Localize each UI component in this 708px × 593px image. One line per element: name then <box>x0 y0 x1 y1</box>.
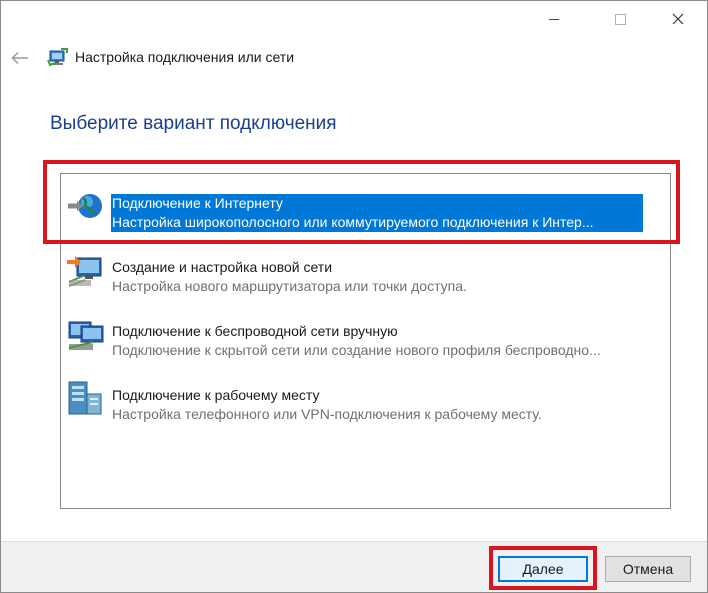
new-network-icon <box>67 256 102 287</box>
option-new-network[interactable]: Создание и настройка новой сети Настройк… <box>61 244 670 294</box>
option-workplace-label[interactable]: Подключение к рабочему месту Настройка т… <box>111 386 643 424</box>
maximize-icon <box>614 13 626 25</box>
highlight-box-option <box>43 160 680 244</box>
option-title: Создание и настройка новой сети <box>112 259 333 275</box>
option-wireless-manual[interactable]: Подключение к беспроводной сети вручную … <box>61 308 670 358</box>
back-button[interactable] <box>9 47 31 69</box>
dialog-footer: Далее Отмена <box>1 541 707 592</box>
maximize-button[interactable] <box>597 5 643 33</box>
minimize-button[interactable] <box>531 5 577 33</box>
option-description: Подключение к скрытой сети или создание … <box>112 342 601 358</box>
option-wireless-manual-label[interactable]: Подключение к беспроводной сети вручную … <box>111 322 643 360</box>
option-title: Подключение к рабочему месту <box>112 387 320 403</box>
option-new-network-label[interactable]: Создание и настройка новой сети Настройк… <box>111 258 643 296</box>
network-setup-icon <box>47 48 68 67</box>
back-arrow-icon <box>11 51 28 65</box>
page-heading: Выберите вариант подключения <box>50 113 337 134</box>
close-icon <box>672 13 684 25</box>
wireless-network-icon <box>68 321 104 350</box>
option-title: Подключение к беспроводной сети вручную <box>112 323 398 339</box>
workplace-vpn-icon <box>68 381 102 415</box>
cancel-button[interactable]: Отмена <box>605 556 691 582</box>
option-description: Настройка нового маршрутизатора или точк… <box>112 278 467 294</box>
highlight-box-next <box>489 546 597 590</box>
window-title: Настройка подключения или сети <box>75 49 295 65</box>
dialog-window: Настройка подключения или сети Выберите … <box>0 0 708 593</box>
option-workplace[interactable]: Подключение к рабочему месту Настройка т… <box>61 372 670 422</box>
close-button[interactable] <box>655 5 701 33</box>
minimize-icon <box>549 18 559 20</box>
option-description: Настройка телефонного или VPN-подключени… <box>112 406 542 422</box>
